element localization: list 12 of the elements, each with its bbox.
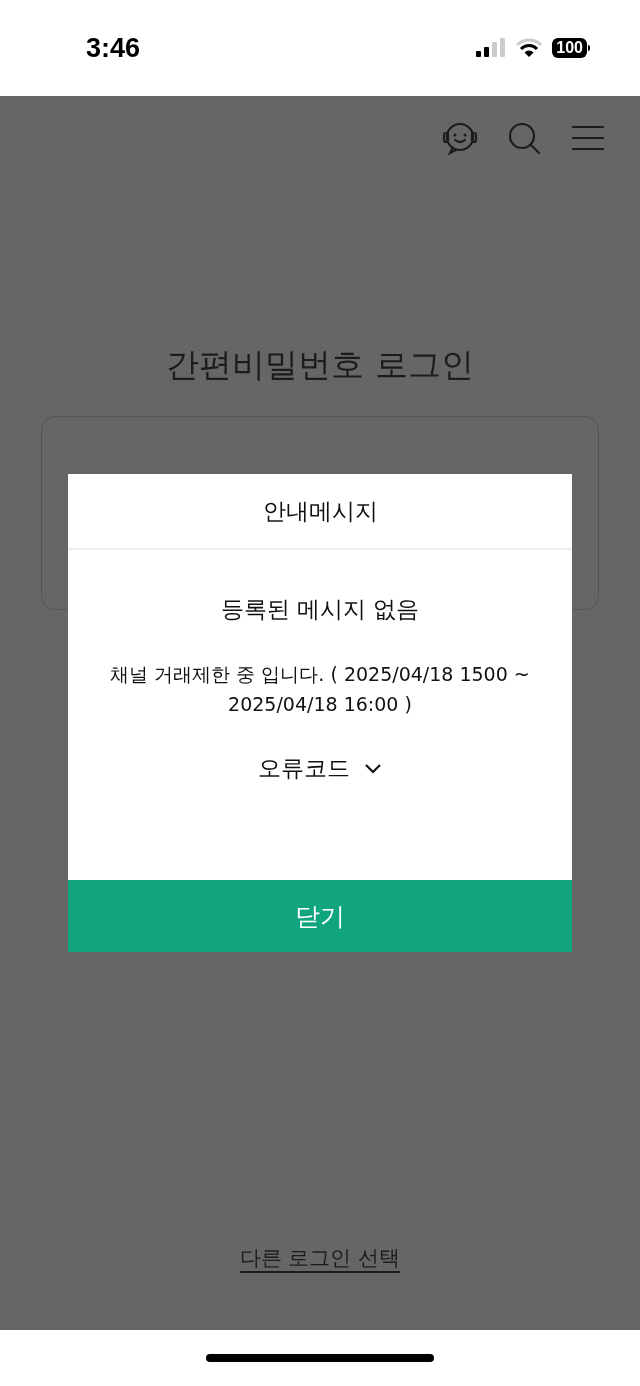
chevron-icon [364,762,382,775]
other-login-link[interactable]: 다른 로그인 선택 [239,1244,401,1272]
error-code-toggle[interactable]: 오류코드 [258,753,382,784]
dialog-message: 채널 거래제한 중 입니다. ( 2025/04/18 1500 ~ 2025/04/18 16:00 ) [109,662,531,717]
dialog-title: 안내메시지 [68,474,572,550]
close-button[interactable]: 닫기 [68,880,572,952]
battery-icon: 100 [552,38,590,58]
signal-icon [476,38,507,58]
status-time: 3:46 [86,32,141,64]
wifi-icon [516,38,543,58]
page-title: 간편비밀번호 로그인 [166,344,474,386]
dialog-heading: 등록된 메시지 없음 [220,595,420,624]
